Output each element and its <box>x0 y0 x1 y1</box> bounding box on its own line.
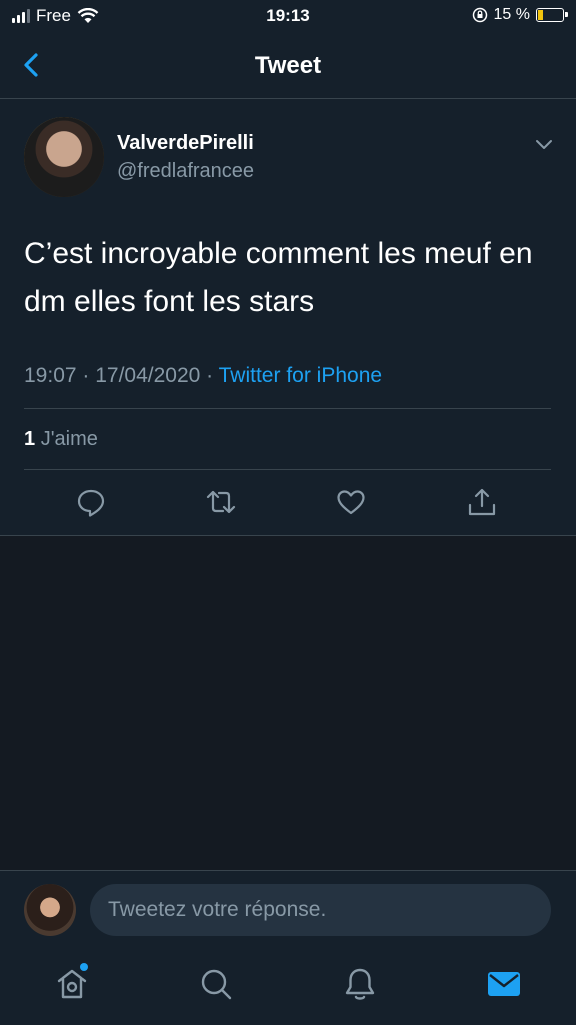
nav-bar: Tweet <box>0 34 576 99</box>
notification-dot <box>80 963 88 971</box>
share-icon[interactable] <box>466 486 498 518</box>
user-avatar[interactable] <box>24 884 76 936</box>
notifications-icon[interactable] <box>342 966 378 1002</box>
author-name[interactable]: ValverdePirelli <box>117 132 254 155</box>
likes-number: 1 <box>24 428 36 450</box>
battery-icon <box>536 8 568 22</box>
home-icon[interactable] <box>54 966 90 1002</box>
tweet-source[interactable]: Twitter for iPhone <box>219 364 382 387</box>
divider <box>24 469 551 470</box>
tweet-time: 19:07 <box>24 364 77 387</box>
tweet-date: 17/04/2020 <box>95 364 201 387</box>
tweet-text: C’est incroyable comment les meuf en dm … <box>24 237 533 318</box>
messages-icon[interactable] <box>486 966 522 1002</box>
tweet-meta: 19:07 · 17/04/2020 · Twitter for iPhone <box>24 364 383 387</box>
page-title: Tweet <box>254 52 322 79</box>
likes-count[interactable]: 1 J'aime <box>24 428 98 451</box>
orientation-lock-icon <box>472 7 487 23</box>
divider <box>0 535 576 536</box>
chevron-down-icon[interactable] <box>533 133 555 155</box>
search-icon[interactable] <box>198 966 234 1002</box>
battery-percent: 15 % <box>493 6 530 23</box>
reply-input[interactable]: Tweetez votre réponse. <box>90 884 551 936</box>
avatar[interactable] <box>24 117 104 197</box>
reply-icon[interactable] <box>75 486 107 518</box>
likes-label: J'aime <box>40 428 98 450</box>
like-icon[interactable] <box>335 486 367 518</box>
author-handle[interactable]: @fredlafrancee <box>117 160 254 183</box>
battery-group: 15 % <box>472 6 568 24</box>
status-bar: Free 19:13 15 % <box>0 0 576 34</box>
retweet-icon[interactable] <box>205 486 237 518</box>
divider <box>24 408 551 409</box>
